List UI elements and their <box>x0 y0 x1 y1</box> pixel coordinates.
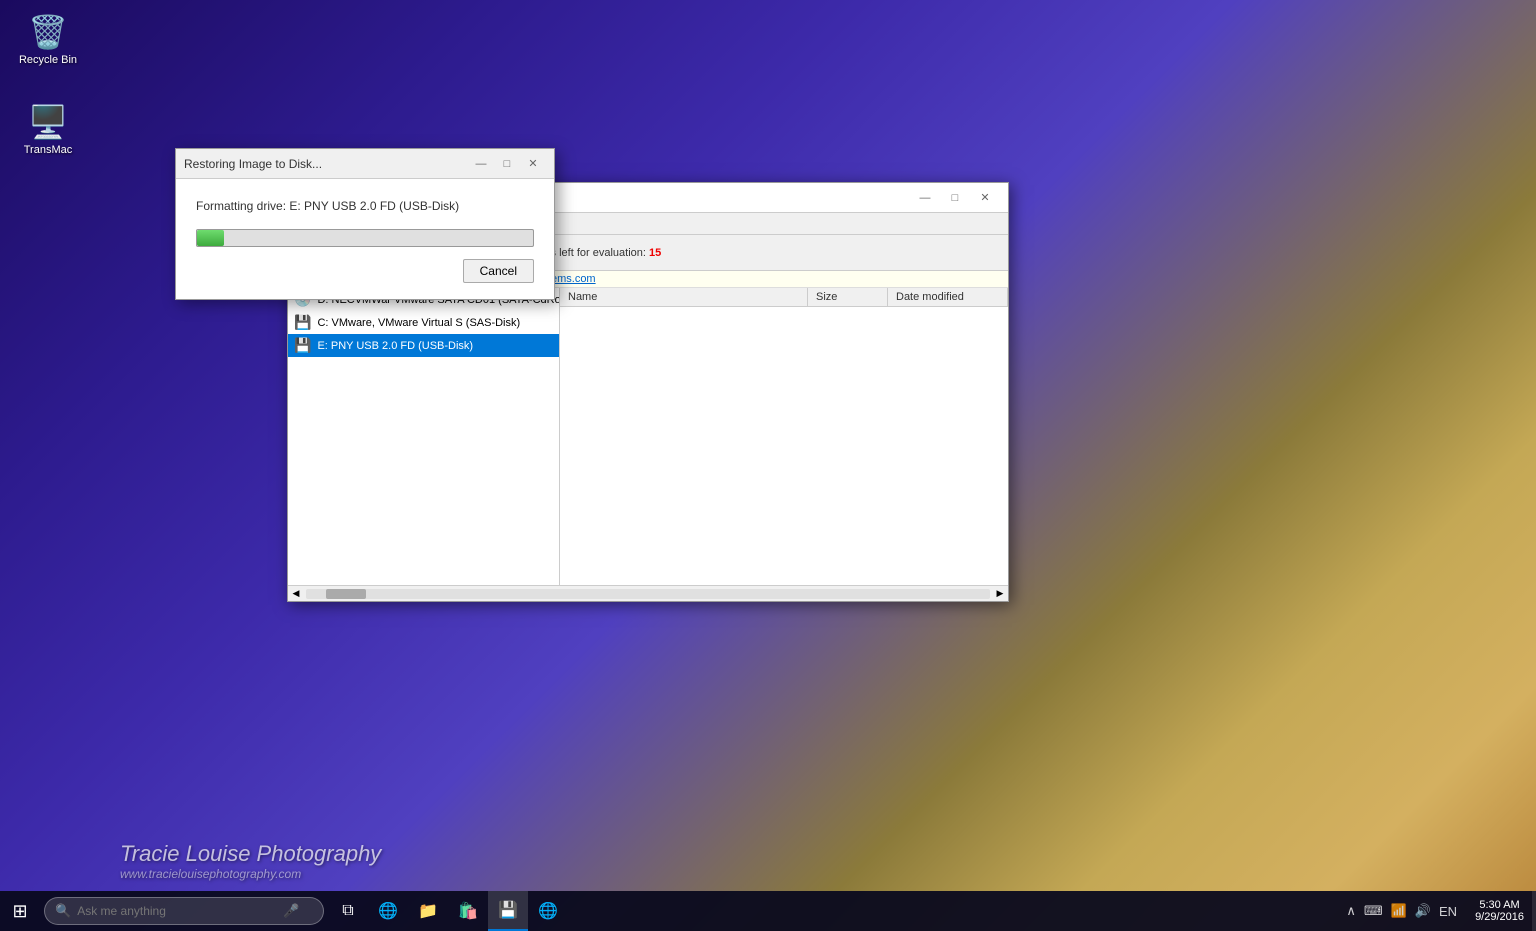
taskbar-explorer[interactable]: 📁 <box>408 891 448 931</box>
dialog-actions: Cancel <box>196 259 534 283</box>
taskbar-edge[interactable]: 🌐 <box>368 891 408 931</box>
mic-icon[interactable]: 🎤 <box>283 903 299 919</box>
recycle-bin-icon[interactable]: 🗑️ Recycle Bin <box>8 8 88 70</box>
task-view-button[interactable]: ⧉ <box>328 891 368 931</box>
drive-c-icon: 💾 <box>294 314 311 331</box>
search-icon: 🔍 <box>55 903 71 919</box>
transmac-image: 🖥️ <box>28 102 68 142</box>
transmac-desktop-icon[interactable]: 🖥️ TransMac <box>8 98 88 160</box>
progress-bar-container <box>196 229 534 247</box>
scroll-track[interactable] <box>306 589 990 599</box>
files-content <box>560 307 1008 585</box>
close-button[interactable]: ✕ <box>970 183 1000 213</box>
tray-keyboard[interactable]: ⌨ <box>1362 901 1385 921</box>
dialog-title: Restoring Image to Disk... <box>184 157 468 171</box>
recycle-bin-image: 🗑️ <box>28 12 68 52</box>
col-name: Name <box>560 288 808 306</box>
window-controls: — □ ✕ <box>910 183 1000 213</box>
dialog-message: Formatting drive: E: PNY USB 2.0 FD (USB… <box>196 199 534 213</box>
tray-ime[interactable]: EN <box>1437 902 1459 921</box>
drives-panel: 💿 D: NECVMWar VMware SATA CD01 (SATA-CdR… <box>288 288 560 585</box>
drive-e-label: E: PNY USB 2.0 FD (USB-Disk) <box>317 340 473 352</box>
clock-date: 9/29/2016 <box>1475 911 1524 923</box>
taskbar-clock[interactable]: 5:30 AM 9/29/2016 <box>1467 899 1532 923</box>
clock-time: 5:30 AM <box>1479 899 1519 911</box>
drive-item-c[interactable]: 💾 C: VMware, VMware Virtual S (SAS-Disk) <box>288 311 559 334</box>
cancel-button[interactable]: Cancel <box>463 259 534 283</box>
desktop: 🗑️ Recycle Bin 🖥️ TransMac Tracie Louise… <box>0 0 1536 931</box>
dialog-body: Formatting drive: E: PNY USB 2.0 FD (USB… <box>176 179 554 299</box>
progress-bar-fill <box>197 230 224 246</box>
dialog-close[interactable]: ✕ <box>520 151 546 177</box>
taskbar-search[interactable]: 🔍 🎤 <box>44 897 324 925</box>
main-content: 💿 D: NECVMWar VMware SATA CD01 (SATA-CdR… <box>288 288 1008 585</box>
tray-volume[interactable]: 🔊 <box>1413 901 1433 921</box>
col-date: Date modified <box>888 288 1008 306</box>
files-header: Name Size Date modified <box>560 288 1008 307</box>
taskbar-browser2[interactable]: 🌐 <box>528 891 568 931</box>
show-desktop-button[interactable] <box>1532 891 1536 931</box>
files-panel: Name Size Date modified <box>560 288 1008 585</box>
taskbar-tray: ∧ ⌨ 📶 🔊 EN <box>1336 901 1467 921</box>
watermark-text: Tracie Louise Photography <box>120 841 381 867</box>
search-input[interactable] <box>77 904 277 918</box>
restore-dialog: Restoring Image to Disk... — □ ✕ Formatt… <box>175 148 555 300</box>
maximize-button[interactable]: □ <box>940 183 970 213</box>
drive-c-label: C: VMware, VMware Virtual S (SAS-Disk) <box>317 317 520 329</box>
dialog-maximize[interactable]: □ <box>494 151 520 177</box>
scroll-thumb[interactable] <box>326 589 366 599</box>
drive-e-icon: 💾 <box>294 337 311 354</box>
drive-item-e[interactable]: 💾 E: PNY USB 2.0 FD (USB-Disk) <box>288 334 559 357</box>
taskbar-transmac[interactable]: 💾 <box>488 891 528 931</box>
col-size: Size <box>808 288 888 306</box>
watermark-url: www.tracielouisephotography.com <box>120 867 381 881</box>
scroll-right-arrow[interactable]: ▶ <box>992 586 1008 602</box>
horizontal-scrollbar[interactable]: ◀ ▶ <box>288 585 1008 601</box>
tray-chevron[interactable]: ∧ <box>1344 901 1358 921</box>
scroll-left-arrow[interactable]: ◀ <box>288 586 304 602</box>
eval-days: 15 <box>649 247 661 259</box>
tray-network[interactable]: 📶 <box>1389 901 1409 921</box>
start-button[interactable]: ⊞ <box>0 891 40 931</box>
taskbar-store[interactable]: 🛍️ <box>448 891 488 931</box>
dialog-minimize[interactable]: — <box>468 151 494 177</box>
recycle-bin-label: Recycle Bin <box>19 54 77 66</box>
transmac-label: TransMac <box>24 144 73 156</box>
dialog-titlebar: Restoring Image to Disk... — □ ✕ <box>176 149 554 179</box>
minimize-button[interactable]: — <box>910 183 940 213</box>
taskbar: ⊞ 🔍 🎤 ⧉ 🌐 📁 🛍️ 💾 🌐 ∧ ⌨ 📶 🔊 EN 5:30 AM 9/… <box>0 891 1536 931</box>
watermark: Tracie Louise Photography www.tracieloui… <box>120 841 381 881</box>
